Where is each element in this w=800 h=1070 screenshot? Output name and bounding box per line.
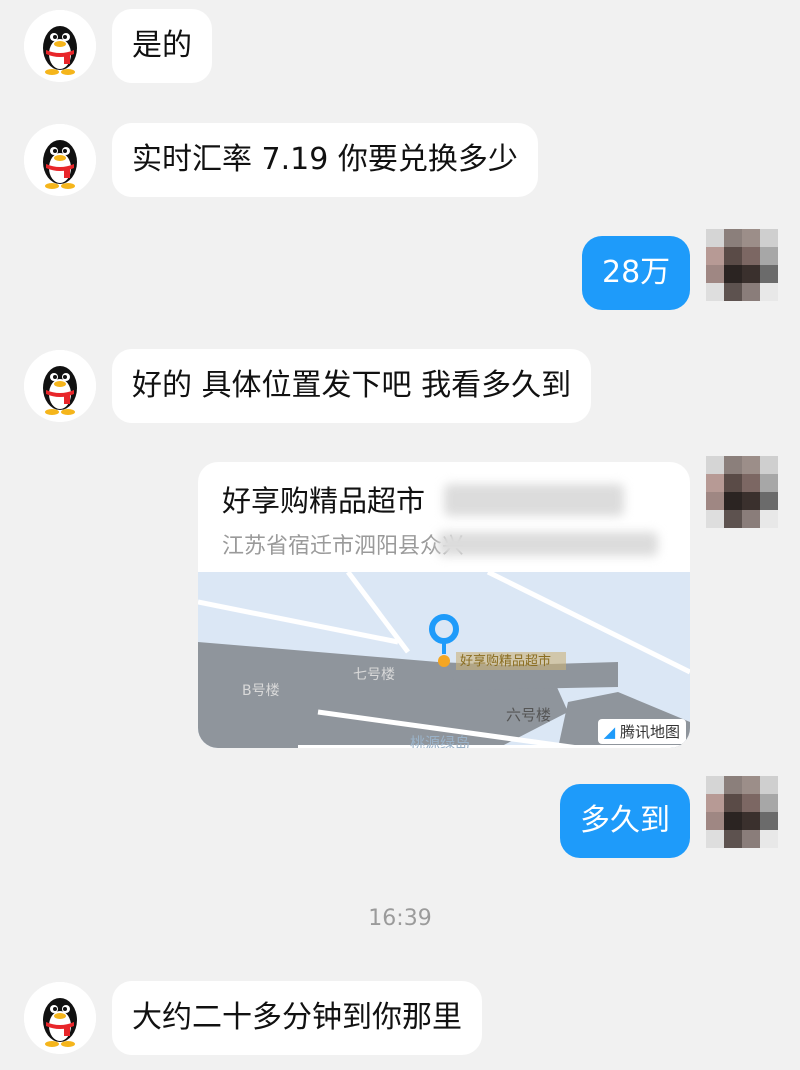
- self-avatar[interactable]: [706, 456, 778, 528]
- location-title: 好享购精品超市: [222, 484, 426, 518]
- contact-avatar[interactable]: [24, 124, 96, 196]
- map-building-label: 七号楼: [353, 667, 395, 683]
- map-provider-badge: ◢ 腾讯地图: [597, 719, 686, 744]
- penguin-icon: [24, 982, 96, 1054]
- message-bubble[interactable]: 是的: [112, 9, 212, 83]
- location-card[interactable]: 好享购精品超市 江苏省宿迁市泗阳县众兴 好享购精品超市 B号楼 七号楼 六号楼 …: [198, 462, 690, 748]
- redacted-text: [438, 532, 658, 556]
- map-road-label: 桃源绿岛: [410, 734, 471, 748]
- compass-icon: ◢: [603, 723, 616, 741]
- penguin-icon: [24, 10, 96, 82]
- message-bubble-self[interactable]: 多久到: [560, 784, 690, 858]
- contact-avatar[interactable]: [24, 350, 96, 422]
- contact-avatar[interactable]: [24, 982, 96, 1054]
- map-poi-label: 好享购精品超市: [460, 654, 552, 669]
- self-avatar[interactable]: [706, 776, 778, 848]
- location-address: 江苏省宿迁市泗阳县众兴: [222, 534, 465, 559]
- message-bubble[interactable]: 好的 具体位置发下吧 我看多久到: [112, 349, 592, 423]
- penguin-icon: [24, 124, 96, 196]
- message-timestamp: 16:39: [368, 906, 432, 931]
- map-preview[interactable]: 好享购精品超市 B号楼 七号楼 六号楼 桃源绿岛 ◢ 腾讯地图: [198, 572, 690, 748]
- message-bubble[interactable]: 大约二十多分钟到你那里: [112, 981, 482, 1055]
- contact-avatar[interactable]: [24, 10, 96, 82]
- map-building-label: 六号楼: [506, 706, 552, 724]
- map-building-label: B号楼: [242, 683, 280, 699]
- redacted-text: [444, 484, 624, 516]
- penguin-icon: [24, 350, 96, 422]
- self-avatar[interactable]: [706, 229, 778, 301]
- message-bubble-self[interactable]: 28万: [582, 236, 691, 310]
- message-bubble[interactable]: 实时汇率 7.19 你要兑换多少: [112, 123, 538, 197]
